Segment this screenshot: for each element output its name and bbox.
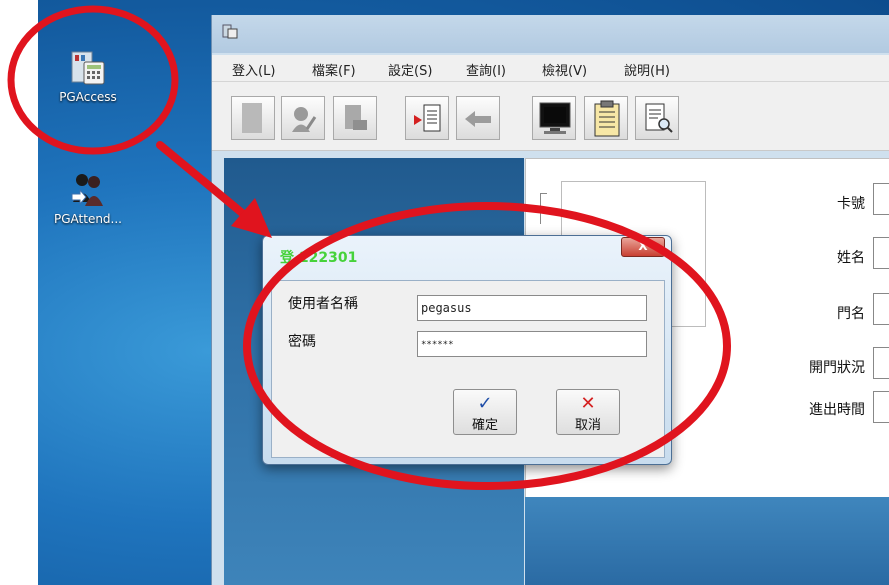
password-label: 密碼 <box>288 334 316 350</box>
label-access-time: 進出時間 <box>809 402 865 418</box>
field-door-status[interactable] <box>873 347 889 379</box>
label-name: 姓名 <box>837 250 865 266</box>
ok-button-label: 確定 <box>471 418 498 433</box>
export-arrow-icon <box>463 105 495 137</box>
label-door-status: 開門狀況 <box>809 360 865 376</box>
photo-frame-bracket <box>540 193 547 224</box>
import-arrow-icon <box>412 103 444 139</box>
desktop-icon-pgaccess[interactable]: PGAccess <box>43 48 133 104</box>
toolbar-button-record[interactable] <box>333 96 377 140</box>
label-card-number: 卡號 <box>837 196 865 212</box>
toolbar-button-import[interactable] <box>405 96 449 140</box>
username-input[interactable]: pegasus <box>417 295 647 321</box>
toolbar-button-monitor[interactable] <box>532 96 576 140</box>
dialog-title: 登 122301 <box>280 250 358 266</box>
app-icon <box>222 23 238 39</box>
ok-button[interactable]: ✓ 確定 <box>453 389 517 435</box>
menu-settings[interactable]: 設定(S) <box>388 60 432 79</box>
login-dialog: 登 122301 X 使用者名稱 pegasus 密碼 ****** ✓ 確定 … <box>262 235 672 465</box>
toolbar-button-export[interactable] <box>456 96 500 140</box>
desktop-icon-label: PGAttend... <box>54 212 122 226</box>
app-titlebar[interactable] <box>212 15 889 53</box>
menu-bar: 登入(L) 檔案(F) 設定(S) 查詢(I) 檢視(V) 說明(H) <box>212 55 889 82</box>
username-label: 使用者名稱 <box>288 296 358 312</box>
dialog-body: 使用者名稱 pegasus 密碼 ****** ✓ 確定 ✕ 取消 <box>271 280 665 458</box>
field-card-number[interactable] <box>873 183 889 215</box>
menu-view[interactable]: 檢視(V) <box>542 60 587 79</box>
document-stamp-icon <box>344 104 368 138</box>
desktop-icon-label: PGAccess <box>59 90 117 104</box>
close-button[interactable]: X <box>621 237 665 257</box>
field-door-name[interactable] <box>873 293 889 325</box>
label-door-name: 門名 <box>837 306 865 322</box>
password-input[interactable]: ****** <box>417 331 647 357</box>
close-icon: X <box>638 239 648 253</box>
monitor-icon <box>538 101 572 141</box>
people-icon <box>70 170 106 208</box>
cancel-button[interactable]: ✕ 取消 <box>556 389 620 435</box>
toolbar <box>212 82 889 151</box>
field-access-time[interactable] <box>873 391 889 423</box>
toolbar-button-clipboard[interactable] <box>584 96 628 140</box>
desktop-icon-pgattend[interactable]: PGAttend... <box>43 170 133 226</box>
menu-query[interactable]: 查詢(I) <box>466 60 506 79</box>
toolbar-button-user[interactable] <box>281 96 325 140</box>
calculator-building-icon <box>70 48 106 86</box>
bottom-panel <box>525 497 889 585</box>
field-name[interactable] <box>873 237 889 269</box>
menu-login[interactable]: 登入(L) <box>232 60 275 79</box>
menu-file[interactable]: 檔案(F) <box>312 60 356 79</box>
page: PGAccess PGAttend... 登入(L) 檔案(F) 設定(S) 查… <box>0 0 889 585</box>
toolbar-button-blank[interactable] <box>231 96 275 140</box>
clipboard-icon <box>593 100 621 142</box>
cross-icon: ✕ <box>580 393 596 414</box>
checkmark-icon: ✓ <box>477 393 493 414</box>
cancel-button-label: 取消 <box>574 418 601 433</box>
user-edit-icon <box>291 105 317 137</box>
blank-doc-icon <box>242 103 262 133</box>
report-search-icon <box>644 102 674 140</box>
toolbar-button-report[interactable] <box>635 96 679 140</box>
menu-help[interactable]: 說明(H) <box>624 60 670 79</box>
